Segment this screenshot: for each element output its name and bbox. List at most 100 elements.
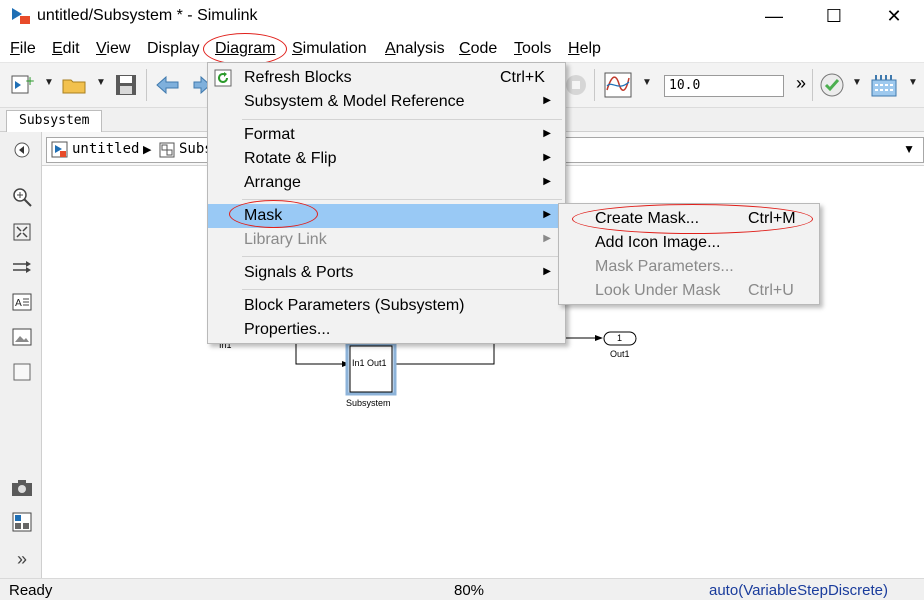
- menu-analysis[interactable]: Analysis: [385, 40, 445, 58]
- svg-text:+: +: [25, 74, 35, 88]
- close-icon: ✕: [886, 5, 902, 26]
- route-lines-button[interactable]: [10, 256, 34, 278]
- toolbar-separator: [594, 69, 595, 101]
- tab-subsystem[interactable]: Subsystem: [6, 110, 103, 132]
- menu-display[interactable]: Display: [147, 40, 199, 58]
- menu-item-rotate-flip[interactable]: Rotate & Flip ▶: [208, 147, 565, 171]
- menu-item-shortcut: Ctrl+M: [748, 210, 796, 227]
- build-button[interactable]: [870, 71, 898, 99]
- minimize-icon: —: [765, 5, 783, 26]
- menu-item-refresh-blocks[interactable]: Refresh Blocks Ctrl+K: [208, 66, 565, 90]
- menu-help[interactable]: Help: [568, 40, 601, 58]
- chevron-down-icon[interactable]: ▼: [852, 77, 862, 88]
- fit-to-view-button[interactable]: [10, 221, 34, 243]
- toolbar-separator: [812, 69, 813, 101]
- breadcrumb-dropdown-icon[interactable]: ▼: [903, 142, 915, 156]
- menu-file[interactable]: File: [10, 40, 36, 58]
- window-title: untitled/Subsystem * - Simulink: [37, 7, 258, 24]
- fit-view-icon: [13, 223, 31, 241]
- menu-simulation[interactable]: Simulation: [292, 40, 367, 58]
- status-bar: Ready 80% auto(VariableStepDiscrete): [0, 578, 924, 600]
- menu-item-arrange[interactable]: Arrange ▶: [208, 171, 565, 195]
- close-window-button[interactable]: ✕: [864, 0, 924, 32]
- toolbar-overflow-button[interactable]: »: [796, 73, 806, 94]
- chevron-down-icon[interactable]: ▼: [96, 77, 106, 88]
- menu-item-label: Signals & Ports: [244, 264, 354, 281]
- model-advisor-button[interactable]: [818, 71, 846, 99]
- menu-item-format[interactable]: Format ▶: [208, 123, 565, 147]
- menu-item-block-parameters[interactable]: Block Parameters (Subsystem): [208, 294, 565, 318]
- submenu-arrow-icon: ▶: [543, 95, 551, 106]
- checkmark-circle-icon: [820, 73, 844, 97]
- menu-separator: [242, 199, 562, 200]
- snapshot-button[interactable]: [10, 477, 34, 499]
- camera-icon: [12, 480, 32, 496]
- open-model-button[interactable]: [60, 71, 88, 99]
- maximize-button[interactable]: ☐: [804, 0, 864, 32]
- double-chevron-right-icon: »: [16, 548, 27, 569]
- menu-separator: [242, 256, 562, 257]
- outport-name: Out1: [610, 349, 630, 359]
- title-bar: untitled/Subsystem * - Simulink — ☐ ✕: [0, 0, 924, 34]
- save-button[interactable]: [112, 71, 140, 99]
- expand-palette-button[interactable]: »: [10, 548, 34, 570]
- image-icon: [12, 328, 32, 346]
- chevron-down-icon[interactable]: ▼: [908, 77, 918, 88]
- menu-item-label: Mask Parameters...: [595, 258, 734, 275]
- area-button[interactable]: [10, 361, 34, 383]
- menu-diagram[interactable]: Diagram: [215, 40, 275, 58]
- new-model-icon: +: [11, 74, 35, 94]
- menu-view[interactable]: View: [96, 40, 130, 58]
- menu-item-mask[interactable]: Mask ▶: [208, 204, 565, 228]
- back-arrow-icon: [156, 75, 179, 95]
- menu-tools[interactable]: Tools: [514, 40, 551, 58]
- menu-code[interactable]: Code: [459, 40, 497, 58]
- menu-item-library-link[interactable]: Library Link ▶: [208, 228, 565, 252]
- menu-separator: [242, 289, 562, 290]
- menu-item-label: Add Icon Image...: [595, 234, 721, 251]
- status-text: Ready: [9, 582, 53, 599]
- breadcrumb-separator-icon: ▶: [143, 144, 152, 156]
- menu-edit[interactable]: Edit: [52, 40, 80, 58]
- menu-item-mask-parameters[interactable]: Mask Parameters...: [559, 255, 819, 279]
- submenu-arrow-icon: ▶: [543, 233, 551, 244]
- arrows-right-icon: [13, 261, 31, 273]
- stop-button[interactable]: [562, 71, 590, 99]
- outport-number: 1: [617, 333, 623, 343]
- model-browser-icon: [12, 512, 32, 532]
- scope-icon: [604, 72, 632, 98]
- stop-time-input[interactable]: 10.0: [664, 75, 784, 97]
- menu-item-label: Create Mask...: [595, 210, 700, 227]
- chevron-down-icon[interactable]: ▼: [642, 77, 652, 88]
- zoom-in-icon: [13, 188, 32, 207]
- menu-item-label: Rotate & Flip: [244, 150, 337, 167]
- menu-item-look-under-mask[interactable]: Look Under Mask Ctrl+U: [559, 279, 819, 303]
- submenu-arrow-icon: ▶: [543, 209, 551, 220]
- breadcrumb-root[interactable]: untitled: [72, 141, 139, 157]
- menu-item-subsystem-model-reference[interactable]: Subsystem & Model Reference ▶: [208, 90, 565, 114]
- zoom-level: 80%: [454, 582, 485, 599]
- menu-item-label: Subsystem & Model Reference: [244, 93, 465, 110]
- submenu-arrow-icon: ▶: [543, 152, 551, 163]
- annotation-button[interactable]: A: [10, 291, 34, 313]
- subsystem-block[interactable]: [349, 345, 393, 393]
- back-button[interactable]: [154, 71, 182, 99]
- submenu-arrow-icon: ▶: [543, 128, 551, 139]
- menu-item-label: Mask: [244, 207, 283, 224]
- model-browser-button[interactable]: [10, 511, 34, 533]
- scope-button[interactable]: [604, 71, 632, 99]
- menu-item-create-mask[interactable]: Create Mask... Ctrl+M: [559, 207, 819, 231]
- menu-item-properties[interactable]: Properties...: [208, 318, 565, 342]
- minimize-button[interactable]: —: [744, 0, 804, 32]
- hide-browser-button[interactable]: [10, 139, 34, 161]
- solver-link[interactable]: auto(VariableStepDiscrete): [709, 582, 888, 599]
- menu-item-add-icon-image[interactable]: Add Icon Image...: [559, 231, 819, 255]
- model-icon: [51, 141, 68, 158]
- simulink-app-icon: [12, 8, 30, 24]
- new-model-button[interactable]: +: [8, 71, 36, 99]
- image-button[interactable]: [10, 326, 34, 348]
- menu-item-signals-ports[interactable]: Signals & Ports ▶: [208, 261, 565, 285]
- folder-icon: [62, 79, 86, 94]
- zoom-button[interactable]: [10, 186, 34, 208]
- chevron-down-icon[interactable]: ▼: [44, 77, 54, 88]
